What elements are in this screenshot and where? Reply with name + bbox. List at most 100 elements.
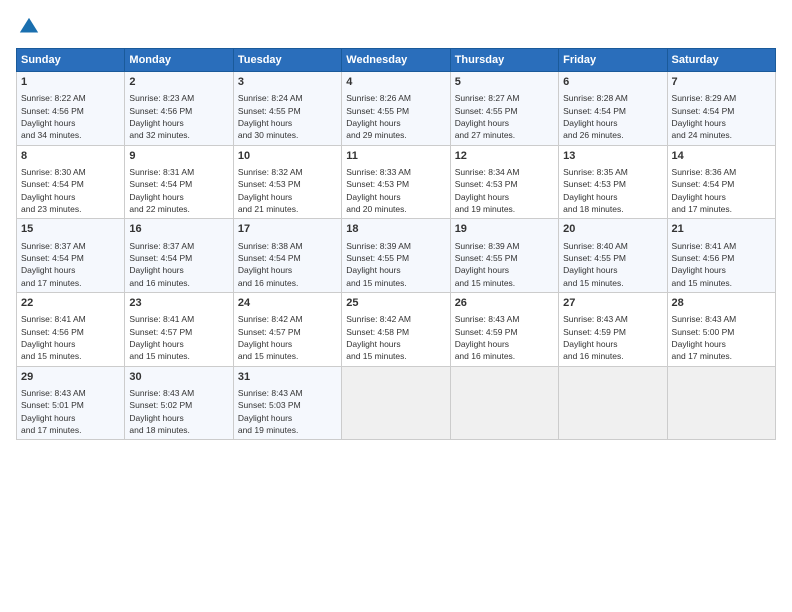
day-info: Sunrise: 8:23 AMSunset: 4:56 PMDaylight … (129, 92, 228, 141)
day-info: Sunrise: 8:28 AMSunset: 4:54 PMDaylight … (563, 92, 662, 141)
col-saturday: Saturday (667, 49, 775, 72)
logo (16, 16, 40, 38)
week-row-5: 29 Sunrise: 8:43 AMSunset: 5:01 PMDayligh… (17, 366, 776, 440)
day-info: Sunrise: 8:41 AMSunset: 4:57 PMDaylight … (129, 313, 228, 362)
day-info: Sunrise: 8:43 AMSunset: 5:03 PMDaylight … (238, 387, 337, 436)
table-row: 14 Sunrise: 8:36 AMSunset: 4:54 PMDayligh… (667, 145, 775, 219)
day-info: Sunrise: 8:42 AMSunset: 4:57 PMDaylight … (238, 313, 337, 362)
table-row: 1Sunrise: 8:22 AMSunset: 4:56 PMDaylight… (17, 72, 125, 146)
table-row: 31 Sunrise: 8:43 AMSunset: 5:03 PMDayligh… (233, 366, 341, 440)
table-row: 17Sunrise: 8:38 AMSunset: 4:54 PMDayligh… (233, 219, 341, 293)
day-number: 2 (129, 75, 228, 90)
day-number: 9 (129, 149, 228, 164)
day-info: Sunrise: 8:40 AMSunset: 4:55 PMDaylight … (563, 240, 662, 289)
day-info: Sunrise: 8:41 AMSunset: 4:56 PMDaylight … (21, 313, 120, 362)
table-row: 30Sunrise: 8:43 AMSunset: 5:02 PMDayligh… (125, 366, 233, 440)
day-number: 15 (21, 222, 120, 237)
calendar-table: Sunday Monday Tuesday Wednesday Thursday… (16, 48, 776, 440)
table-row: 10Sunrise: 8:32 AMSunset: 4:53 PMDayligh… (233, 145, 341, 219)
day-number: 29 (21, 370, 120, 385)
table-row: 23 Sunrise: 8:41 AMSunset: 4:57 PMDayligh… (125, 292, 233, 366)
day-info: Sunrise: 8:31 AMSunset: 4:54 PMDaylight … (129, 166, 228, 215)
day-info: Sunrise: 8:24 AMSunset: 4:55 PMDaylight … (238, 92, 337, 141)
day-number: 11 (346, 149, 445, 164)
table-row: 27 Sunrise: 8:43 AMSunset: 4:59 PMDayligh… (559, 292, 667, 366)
page: Sunday Monday Tuesday Wednesday Thursday… (0, 0, 792, 612)
table-row: 9 Sunrise: 8:31 AMSunset: 4:54 PMDaylight… (125, 145, 233, 219)
table-row: 20 Sunrise: 8:40 AMSunset: 4:55 PMDayligh… (559, 219, 667, 293)
day-number: 6 (563, 75, 662, 90)
day-number: 22 (21, 296, 120, 311)
day-info: Sunrise: 8:27 AMSunset: 4:55 PMDaylight … (455, 92, 554, 141)
day-info: Sunrise: 8:29 AMSunset: 4:54 PMDaylight … (672, 92, 771, 141)
table-row (342, 366, 450, 440)
table-row: 15 Sunrise: 8:37 AMSunset: 4:54 PMDayligh… (17, 219, 125, 293)
day-number: 20 (563, 222, 662, 237)
table-row: 18Sunrise: 8:39 AMSunset: 4:55 PMDayligh… (342, 219, 450, 293)
table-row: 26 Sunrise: 8:43 AMSunset: 4:59 PMDayligh… (450, 292, 558, 366)
day-number: 21 (672, 222, 771, 237)
day-number: 14 (672, 149, 771, 164)
day-info: Sunrise: 8:43 AMSunset: 4:59 PMDaylight … (455, 313, 554, 362)
week-row-3: 15 Sunrise: 8:37 AMSunset: 4:54 PMDayligh… (17, 219, 776, 293)
table-row (559, 366, 667, 440)
day-number: 12 (455, 149, 554, 164)
day-number: 26 (455, 296, 554, 311)
day-info: Sunrise: 8:43 AMSunset: 5:01 PMDaylight … (21, 387, 120, 436)
table-row: 3 Sunrise: 8:24 AMSunset: 4:55 PMDaylight… (233, 72, 341, 146)
day-number: 17 (238, 222, 337, 237)
day-info: Sunrise: 8:43 AMSunset: 4:59 PMDaylight … (563, 313, 662, 362)
day-number: 27 (563, 296, 662, 311)
table-row: 21Sunrise: 8:41 AMSunset: 4:56 PMDayligh… (667, 219, 775, 293)
day-info: Sunrise: 8:34 AMSunset: 4:53 PMDaylight … (455, 166, 554, 215)
day-info: Sunrise: 8:36 AMSunset: 4:54 PMDaylight … (672, 166, 771, 215)
table-row: 7Sunrise: 8:29 AMSunset: 4:54 PMDaylight… (667, 72, 775, 146)
table-row (667, 366, 775, 440)
day-info: Sunrise: 8:37 AMSunset: 4:54 PMDaylight … (129, 240, 228, 289)
table-row: 16 Sunrise: 8:37 AMSunset: 4:54 PMDayligh… (125, 219, 233, 293)
day-number: 13 (563, 149, 662, 164)
table-row: 4 Sunrise: 8:26 AMSunset: 4:55 PMDaylight… (342, 72, 450, 146)
day-info: Sunrise: 8:26 AMSunset: 4:55 PMDaylight … (346, 92, 445, 141)
day-number: 23 (129, 296, 228, 311)
col-wednesday: Wednesday (342, 49, 450, 72)
col-tuesday: Tuesday (233, 49, 341, 72)
week-row-2: 8Sunrise: 8:30 AMSunset: 4:54 PMDaylight… (17, 145, 776, 219)
table-row (450, 366, 558, 440)
col-sunday: Sunday (17, 49, 125, 72)
col-monday: Monday (125, 49, 233, 72)
table-row: 12 Sunrise: 8:34 AMSunset: 4:53 PMDayligh… (450, 145, 558, 219)
day-info: Sunrise: 8:42 AMSunset: 4:58 PMDaylight … (346, 313, 445, 362)
day-number: 31 (238, 370, 337, 385)
day-number: 25 (346, 296, 445, 311)
table-row: 29 Sunrise: 8:43 AMSunset: 5:01 PMDayligh… (17, 366, 125, 440)
day-number: 28 (672, 296, 771, 311)
table-row: 24 Sunrise: 8:42 AMSunset: 4:57 PMDayligh… (233, 292, 341, 366)
day-info: Sunrise: 8:35 AMSunset: 4:53 PMDaylight … (563, 166, 662, 215)
table-row: 2 Sunrise: 8:23 AMSunset: 4:56 PMDaylight… (125, 72, 233, 146)
table-row: 8Sunrise: 8:30 AMSunset: 4:54 PMDaylight… (17, 145, 125, 219)
header-row: Sunday Monday Tuesday Wednesday Thursday… (17, 49, 776, 72)
day-info: Sunrise: 8:33 AMSunset: 4:53 PMDaylight … (346, 166, 445, 215)
day-number: 4 (346, 75, 445, 90)
day-info: Sunrise: 8:39 AMSunset: 4:55 PMDaylight … (455, 240, 554, 289)
table-row: 5Sunrise: 8:27 AMSunset: 4:55 PMDaylight… (450, 72, 558, 146)
day-info: Sunrise: 8:37 AMSunset: 4:54 PMDaylight … (21, 240, 120, 289)
header (16, 16, 776, 38)
day-number: 1 (21, 75, 120, 90)
week-row-4: 22 Sunrise: 8:41 AMSunset: 4:56 PMDayligh… (17, 292, 776, 366)
table-row: 25 Sunrise: 8:42 AMSunset: 4:58 PMDayligh… (342, 292, 450, 366)
logo-icon (18, 16, 40, 38)
day-number: 30 (129, 370, 228, 385)
week-row-1: 1Sunrise: 8:22 AMSunset: 4:56 PMDaylight… (17, 72, 776, 146)
table-row: 19Sunrise: 8:39 AMSunset: 4:55 PMDayligh… (450, 219, 558, 293)
day-info: Sunrise: 8:39 AMSunset: 4:55 PMDaylight … (346, 240, 445, 289)
day-info: Sunrise: 8:32 AMSunset: 4:53 PMDaylight … (238, 166, 337, 215)
day-info: Sunrise: 8:30 AMSunset: 4:54 PMDaylight … (21, 166, 120, 215)
day-number: 16 (129, 222, 228, 237)
day-info: Sunrise: 8:43 AMSunset: 5:00 PMDaylight … (672, 313, 771, 362)
day-number: 24 (238, 296, 337, 311)
day-number: 3 (238, 75, 337, 90)
table-row: 11 Sunrise: 8:33 AMSunset: 4:53 PMDayligh… (342, 145, 450, 219)
table-row: 28 Sunrise: 8:43 AMSunset: 5:00 PMDayligh… (667, 292, 775, 366)
